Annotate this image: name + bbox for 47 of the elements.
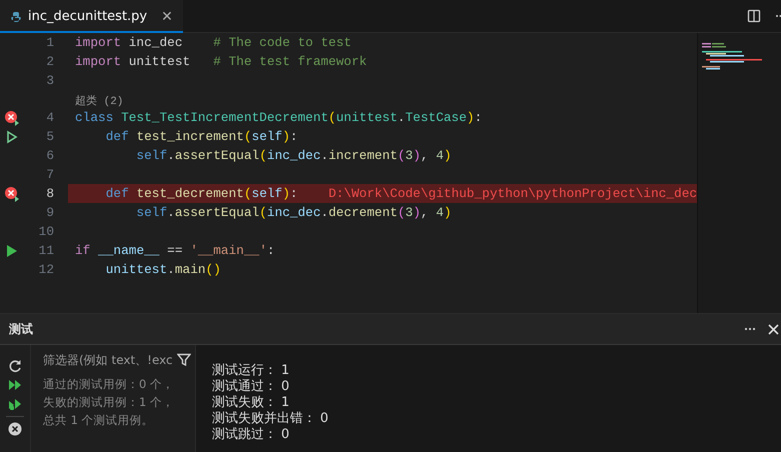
line-number: 12 [38, 262, 54, 277]
output-line: 测试跳过： 0 [212, 427, 290, 443]
more-actions-icon[interactable] [744, 327, 756, 331]
code-line: unittest.main() [104, 262, 221, 277]
line-number: 6 [45, 148, 54, 163]
line-number: 2 [45, 54, 54, 69]
output-line: 测试失败并出错： 0 [212, 411, 330, 427]
test-summary-line: 总共 1 个测试用例。 [43, 413, 154, 427]
line-number: 7 [45, 167, 54, 182]
code-line: self.assertEqual(inc_dec.decrement(3), 4) [135, 205, 452, 220]
code-line: import unittest # The test framework [74, 54, 367, 69]
codelens-link[interactable]: 超类 (2) [75, 93, 124, 108]
line-number: 8 [45, 186, 54, 201]
close-icon[interactable] [768, 324, 779, 334]
output-line: 测试失败： 1 [212, 395, 290, 411]
test-failed-icon[interactable] [4, 110, 20, 126]
filter-icon[interactable] [177, 353, 191, 367]
code-line: self.assertEqual(inc_dec.increment(3), 4) [135, 148, 452, 163]
more-actions-icon[interactable] [775, 14, 781, 18]
test-failed-icon[interactable] [4, 186, 20, 202]
line-number: 10 [38, 224, 54, 239]
code-line: def test_increment(self): [104, 129, 298, 144]
output-line: 测试运行： 1 [212, 363, 290, 379]
cancel-icon[interactable] [8, 422, 22, 436]
line-number: 9 [45, 205, 54, 220]
line-number: 11 [38, 243, 54, 258]
run-icon[interactable] [6, 244, 18, 258]
code-line: import inc_dec # The code to test [74, 35, 352, 50]
line-number: 4 [45, 110, 54, 125]
code-line: if __name__ == '__main__': [74, 243, 275, 258]
editor-tab[interactable]: inc_decunittest.py ✕ [0, 0, 183, 33]
debug-all-icon[interactable] [8, 397, 22, 411]
code-line: class Test_TestIncrementDecrement(unittest.TestCase): [74, 110, 482, 125]
run-test-icon[interactable] [6, 130, 18, 144]
line-number: 5 [45, 129, 54, 144]
split-editor-icon[interactable] [747, 9, 761, 23]
line-number: 3 [45, 73, 54, 88]
panel-title: 测试 [9, 320, 33, 338]
run-all-icon[interactable] [8, 378, 22, 392]
python-file-icon [10, 10, 22, 22]
filter-field[interactable]: 筛选器(例如 text、!exc [43, 353, 193, 367]
test-summary-line: 通过的测试用例：0 个， [43, 377, 174, 391]
test-summary-line: 失败的测试用例：1 个， [43, 395, 174, 409]
line-number: 1 [45, 35, 54, 50]
refresh-icon[interactable] [8, 359, 22, 373]
output-line: 测试通过： 0 [212, 379, 290, 395]
code-line: def test_decrement(self): D:\Work\Code\github_python\pythonProject\inc_dec [104, 186, 698, 201]
